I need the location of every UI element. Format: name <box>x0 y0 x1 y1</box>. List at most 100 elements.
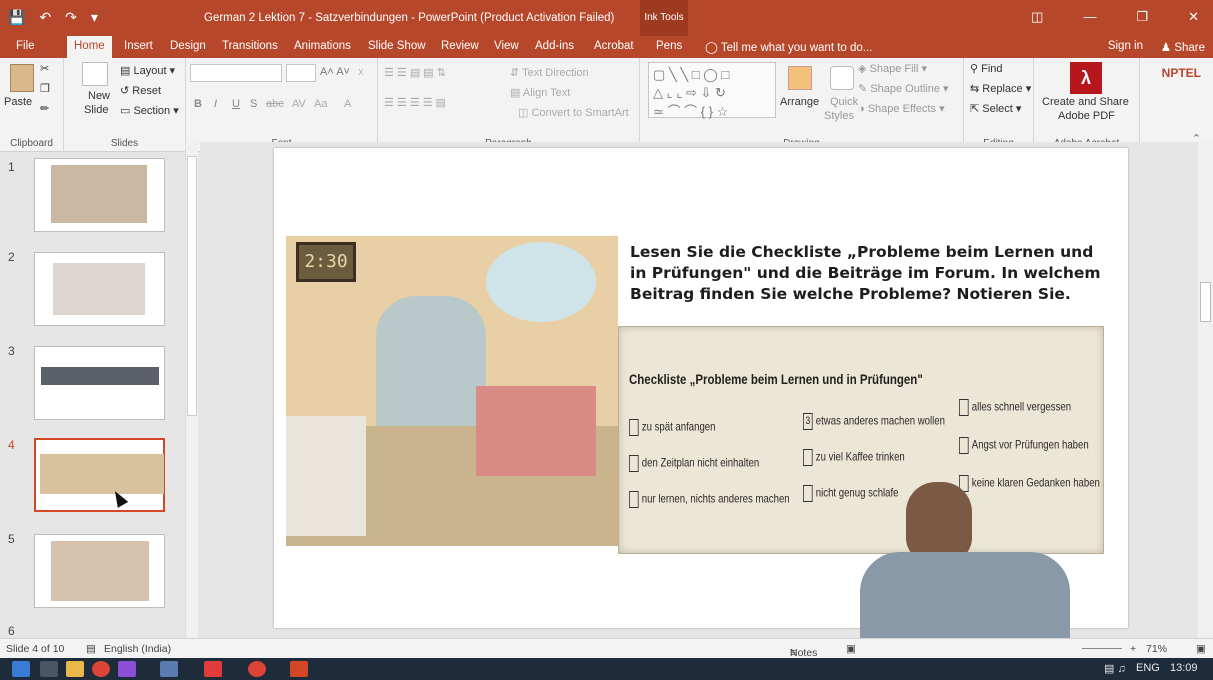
undo-icon[interactable]: ↶ <box>39 9 51 26</box>
checklist-item-text: den Zeitplan nicht einhalten <box>641 455 760 470</box>
shape-fill-button[interactable]: ◈ Shape Fill ▾ <box>858 62 927 75</box>
tab-home[interactable]: Home <box>67 36 112 58</box>
new-slide-button[interactable]: New <box>88 90 110 102</box>
thumbnail-scrollbar[interactable] <box>185 142 198 638</box>
paste-icon[interactable] <box>10 64 34 92</box>
zoom-in-icon[interactable]: + <box>1130 643 1136 655</box>
reset-button[interactable]: ↺ Reset <box>120 84 161 97</box>
chrome-icon[interactable] <box>92 661 110 677</box>
cut-icon[interactable]: ✂ <box>40 62 49 75</box>
char-spacing-icon[interactable]: AV <box>292 98 306 110</box>
font-size-select[interactable] <box>286 64 316 82</box>
tab-acrobat[interactable]: Acrobat <box>594 40 634 52</box>
zoom-level[interactable]: 71% <box>1146 643 1167 655</box>
format-painter-icon[interactable]: ✏ <box>40 102 49 115</box>
chrome-icon[interactable] <box>248 661 266 677</box>
fit-slide-icon[interactable]: ▣ <box>1196 643 1206 655</box>
layout-button[interactable]: ▤ Layout ▾ <box>120 64 175 77</box>
acrobat-icon[interactable]: λ <box>1070 62 1102 94</box>
strikethrough-button[interactable]: abc <box>266 98 284 110</box>
shadow-button[interactable]: S <box>250 98 257 110</box>
align-icons[interactable]: ☰ ☰ ☰ ☰ ▤ <box>384 96 446 109</box>
tab-animations[interactable]: Animations <box>294 40 351 52</box>
close-icon[interactable]: ✕ <box>1188 9 1199 25</box>
thumbnail-scroll-thumb[interactable] <box>187 156 197 416</box>
share-button[interactable]: ♟ Share <box>1161 40 1205 54</box>
ink-tools-context: Ink Tools <box>640 0 688 36</box>
tab-design[interactable]: Design <box>170 40 206 52</box>
start-icon[interactable] <box>12 661 30 677</box>
input-language[interactable]: ENG <box>1136 662 1160 674</box>
tab-pens[interactable]: Pens <box>656 40 682 52</box>
tab-view[interactable]: View <box>494 40 519 52</box>
spellcheck-icon[interactable]: ▤ <box>86 643 96 655</box>
replace-button[interactable]: ⇆ Replace ▾ <box>970 82 1031 95</box>
shapes-row1: ▢ ╲ ╲ □ ◯ □ <box>653 67 730 82</box>
comments-icon[interactable]: ▣ <box>846 643 856 655</box>
shape-outline-button[interactable]: ✎ Shape Outline ▾ <box>858 82 949 95</box>
arrange-button[interactable]: Arrange <box>780 96 819 108</box>
section-button[interactable]: ▭ Section ▾ <box>120 104 179 117</box>
tell-me-search[interactable]: ◯ Tell me what you want to do... <box>705 40 872 54</box>
arrange-icon[interactable] <box>788 66 812 90</box>
redo-icon[interactable]: ↷ <box>65 9 77 26</box>
tab-slide-show[interactable]: Slide Show <box>368 40 426 52</box>
shape-effects-button[interactable]: ◑ Shape Effects ▾ <box>858 102 945 115</box>
slide-scrollbar[interactable] <box>1198 142 1213 638</box>
bullets-icon[interactable]: ☰ ☰ ▤ ▤ ⇅ <box>384 66 446 79</box>
copy-icon[interactable]: ❐ <box>40 82 50 95</box>
tab-transitions[interactable]: Transitions <box>222 40 278 52</box>
font-name-select[interactable] <box>190 64 282 82</box>
create-pdf-button[interactable]: Create and Share <box>1042 96 1129 108</box>
slide-thumbnail-5[interactable] <box>34 534 165 608</box>
zoom-slider[interactable] <box>1082 648 1122 649</box>
slide-thumbnail-4[interactable] <box>34 438 165 512</box>
ribbon-display-icon[interactable]: ◫ <box>1031 9 1043 25</box>
underline-button[interactable]: U <box>232 98 240 110</box>
grow-font-icon[interactable]: A˄ A˅ <box>320 66 350 78</box>
select-button[interactable]: ⇱ Select ▾ <box>970 102 1021 115</box>
app-icon[interactable] <box>160 661 178 677</box>
italic-button[interactable]: I <box>214 98 217 110</box>
nptel-watermark: NPTEL <box>1161 66 1201 80</box>
tab-review[interactable]: Review <box>441 40 479 52</box>
sign-in-link[interactable]: Sign in <box>1108 40 1143 52</box>
paste-button[interactable]: Paste <box>4 96 32 108</box>
task-view-icon[interactable] <box>40 661 58 677</box>
tray-icons[interactable]: ▤ ♫ <box>1104 662 1126 675</box>
font-color-icon[interactable]: A <box>344 98 351 110</box>
smartart-button[interactable]: ◫ Convert to SmartArt <box>518 106 629 119</box>
text-direction-button[interactable]: ⇵ Text Direction <box>510 66 589 79</box>
bold-button[interactable]: B <box>194 98 202 110</box>
presenter-shirt <box>860 552 1070 642</box>
clear-format-icon[interactable]: ☓ <box>358 66 364 79</box>
thumb-image <box>41 367 159 385</box>
find-button[interactable]: ⚲ Find <box>970 62 1003 75</box>
save-icon[interactable]: 💾 <box>8 9 25 26</box>
language-indicator[interactable]: English (India) <box>104 643 171 655</box>
quick-styles-button[interactable]: Quick <box>830 96 858 108</box>
align-text-button[interactable]: ▤ Align Text <box>510 86 570 99</box>
customize-icon[interactable]: ▾ <box>91 9 98 26</box>
slide-thumbnail-3[interactable] <box>34 346 165 420</box>
clock[interactable]: 13:09 <box>1170 662 1198 674</box>
slide-scroll-thumb[interactable] <box>1200 282 1211 322</box>
quick-styles-icon[interactable] <box>830 66 854 90</box>
share-label: Share <box>1174 42 1205 54</box>
file-explorer-icon[interactable] <box>66 661 84 677</box>
tab-file[interactable]: File <box>16 40 35 52</box>
app-icon[interactable] <box>204 661 222 677</box>
tab-insert[interactable]: Insert <box>124 40 153 52</box>
new-slide-icon[interactable] <box>82 62 108 86</box>
app-icon[interactable] <box>118 661 136 677</box>
shapes-gallery[interactable]: ▢ ╲ ╲ □ ◯ □ △ ⌞ ⌞ ⇨ ⇩ ↻ ≃ ⌒ ⌒ { } ☆ <box>648 62 776 119</box>
checklist-item-text: etwas anderes machen wollen <box>815 413 945 428</box>
slide-thumbnail-2[interactable] <box>34 252 165 326</box>
maximize-icon[interactable]: ❐ <box>1136 9 1148 25</box>
powerpoint-icon[interactable] <box>290 661 308 677</box>
tab-add-ins[interactable]: Add-ins <box>535 40 574 52</box>
change-case-icon[interactable]: Aa <box>314 98 327 110</box>
slide-thumbnail-1[interactable] <box>34 158 165 232</box>
checklist-item-text: alles schnell vergessen <box>971 399 1072 414</box>
minimize-icon[interactable]: — <box>1083 9 1096 25</box>
